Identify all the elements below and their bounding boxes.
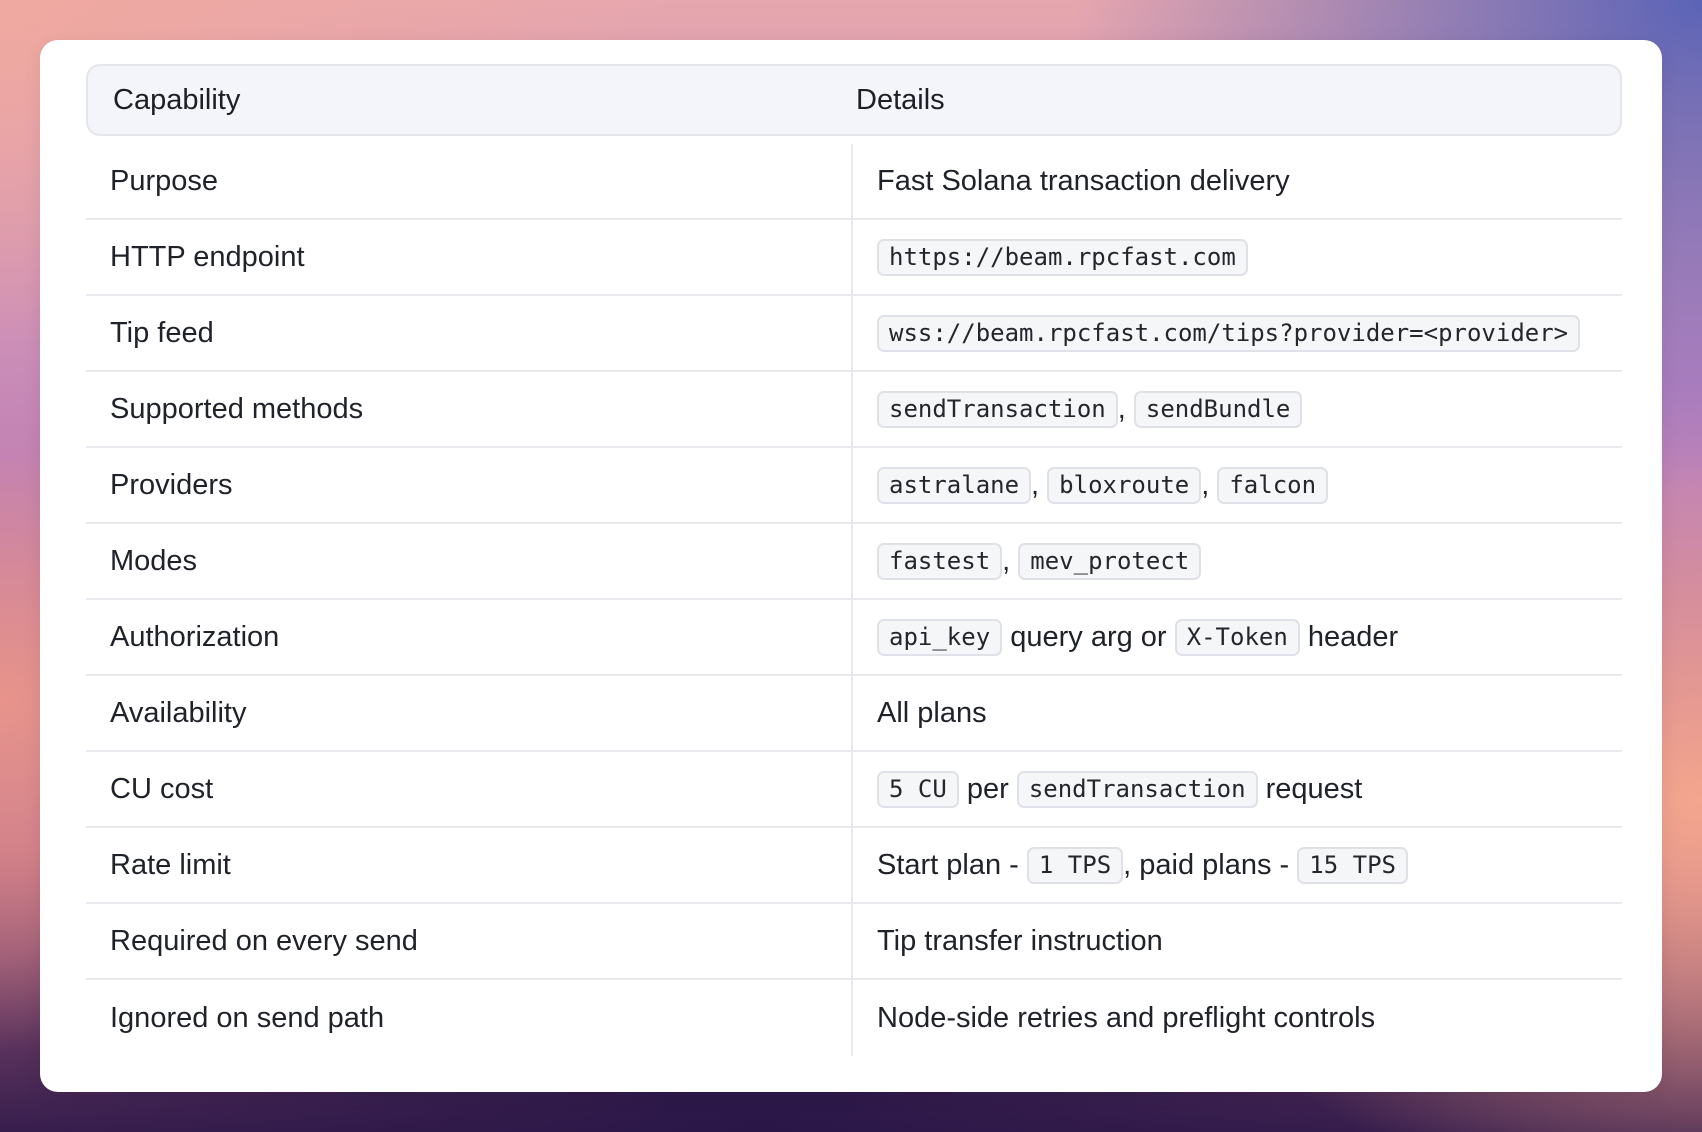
table-row: Supported methods sendTransaction, sendBu…	[86, 372, 1622, 448]
table-row: Ignored on send path Node-side retries an…	[86, 980, 1622, 1056]
row-details: sendTransaction, sendBundle	[853, 372, 1622, 446]
code-chip: X-Token	[1174, 618, 1300, 656]
row-details: fastest, mev_protect	[853, 524, 1622, 598]
row-details: Fast Solana transaction delivery	[853, 144, 1622, 218]
details-text: ,	[1031, 468, 1048, 501]
details-text: Tip transfer instruction	[877, 924, 1163, 957]
code-chip: sendTransaction	[877, 390, 1118, 428]
details-text: request	[1257, 772, 1363, 805]
row-details: https://beam.rpcfast.com	[853, 220, 1622, 294]
details-text: All plans	[877, 696, 987, 729]
row-details: Start plan - 1 TPS, paid plans - 15 TPS	[853, 828, 1622, 902]
capabilities-table: Capability Details Purpose Fast Solana tr…	[86, 64, 1622, 1056]
details-text: Node-side retries and preflight controls	[877, 1001, 1376, 1034]
row-details: api_key query arg or X-Token header	[853, 600, 1622, 674]
table-body: Purpose Fast Solana transaction delivery H…	[86, 144, 1622, 1056]
details-text: header	[1299, 620, 1399, 653]
table-row: Purpose Fast Solana transaction delivery	[86, 144, 1622, 220]
code-chip: wss://beam.rpcfast.com/tips?provider=<pr…	[877, 314, 1581, 352]
row-details: astralane, bloxroute, falcon	[853, 448, 1622, 522]
details-text: , paid plans -	[1123, 848, 1298, 881]
row-details: 5 CU per sendTransaction request	[853, 752, 1622, 826]
table-row: Modes fastest, mev_protect	[86, 524, 1622, 600]
table-row: Availability All plans	[86, 676, 1622, 752]
details-text: ,	[1002, 544, 1019, 577]
row-details: wss://beam.rpcfast.com/tips?provider=<pr…	[853, 296, 1622, 370]
row-label: CU cost	[86, 752, 853, 826]
code-chip: sendBundle	[1133, 390, 1303, 428]
row-label: Supported methods	[86, 372, 853, 446]
row-label: Rate limit	[86, 828, 853, 902]
code-chip: fastest	[877, 542, 1003, 580]
row-label: Authorization	[86, 600, 853, 674]
row-details: Node-side retries and preflight controls	[853, 980, 1622, 1056]
code-chip: 15 TPS	[1297, 846, 1408, 884]
row-label: Purpose	[86, 144, 853, 218]
row-label: Required on every send	[86, 904, 853, 978]
row-label: Providers	[86, 448, 853, 522]
table-row: Required on every send Tip transfer instr…	[86, 904, 1622, 980]
header-capability: Capability	[113, 83, 241, 116]
details-text: ,	[1201, 468, 1218, 501]
code-chip: api_key	[877, 618, 1003, 656]
code-chip: 5 CU	[877, 770, 959, 808]
table-row: Authorization api_key query arg or X-Toke…	[86, 600, 1622, 676]
row-label: Availability	[86, 676, 853, 750]
row-label: Tip feed	[86, 296, 853, 370]
table-row: Rate limit Start plan - 1 TPS, paid plans…	[86, 828, 1622, 904]
code-chip: mev_protect	[1018, 542, 1202, 580]
row-label: HTTP endpoint	[86, 220, 853, 294]
row-details: All plans	[853, 676, 1622, 750]
code-chip: astralane	[877, 466, 1032, 504]
code-chip: sendTransaction	[1016, 770, 1258, 808]
content-card: Capability Details Purpose Fast Solana tr…	[40, 40, 1662, 1092]
code-chip: https://beam.rpcfast.com	[877, 238, 1248, 276]
details-text: query arg or	[1002, 620, 1175, 653]
header-details: Details	[856, 83, 945, 116]
code-chip: 1 TPS	[1026, 846, 1124, 884]
details-text: Fast Solana transaction delivery	[877, 164, 1290, 197]
details-text: Start plan -	[877, 848, 1027, 881]
details-text: ,	[1117, 392, 1134, 425]
table-header: Capability Details	[86, 64, 1622, 136]
code-chip: falcon	[1217, 466, 1329, 504]
table-row: HTTP endpoint https://beam.rpcfast.com	[86, 220, 1622, 296]
row-details: Tip transfer instruction	[853, 904, 1622, 978]
code-chip: bloxroute	[1047, 466, 1202, 504]
row-label: Modes	[86, 524, 853, 598]
table-row: Providers astralane, bloxroute, falcon	[86, 448, 1622, 524]
details-text: per	[958, 772, 1017, 805]
table-row: CU cost 5 CU per sendTransaction request	[86, 752, 1622, 828]
row-label: Ignored on send path	[86, 980, 853, 1056]
table-row: Tip feed wss://beam.rpcfast.com/tips?prov…	[86, 296, 1622, 372]
